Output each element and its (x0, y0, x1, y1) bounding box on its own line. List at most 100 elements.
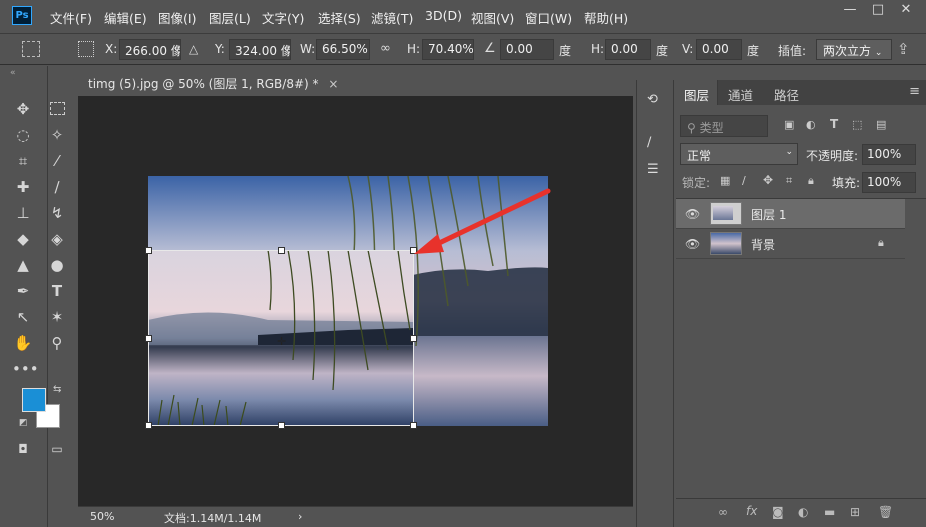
healing-brush-icon[interactable]: ✚ (12, 176, 34, 198)
lock-transparent-icon[interactable]: ▦ (720, 174, 730, 187)
transform-bounding-box[interactable]: ✛ (145, 247, 417, 429)
vskew-field[interactable]: 0.00 (696, 39, 742, 60)
reference-point-icon[interactable]: ✛ (277, 335, 286, 348)
filter-adjust-icon[interactable]: ◐ (806, 118, 816, 131)
reference-point-icon[interactable] (78, 41, 94, 57)
new-layer-icon[interactable]: ⊞ (850, 505, 860, 519)
swap-colors-icon[interactable]: ⇆ (53, 384, 61, 395)
hskew-field[interactable]: 0.00 (605, 39, 651, 60)
menu-type[interactable]: 文字(Y) (262, 8, 304, 27)
layer-row[interactable]: 👁︎ 背景 🔒︎ (676, 229, 905, 259)
handle-bottom-left[interactable] (145, 422, 152, 429)
fx-icon[interactable]: fx (746, 504, 757, 518)
lock-position-icon[interactable]: ✥ (763, 173, 773, 187)
filter-pixel-icon[interactable]: ▣ (784, 118, 794, 131)
menu-filter[interactable]: 滤镜(T) (371, 8, 413, 27)
status-menu-icon[interactable]: › (298, 510, 302, 523)
brush-settings-icon[interactable]: ∕ (647, 135, 651, 150)
path-select-icon[interactable]: ↖ (12, 306, 34, 328)
visibility-eye-icon[interactable]: 👁︎ (685, 237, 700, 251)
filter-smart-icon[interactable]: ▤ (876, 118, 886, 131)
transform-tool-icon[interactable] (22, 41, 40, 57)
tab-paths[interactable]: 路径 (766, 80, 807, 105)
tab-channels[interactable]: 通道 (720, 80, 761, 105)
interpolation-select[interactable]: 两次立方 ⌄ (816, 39, 892, 60)
layer-name[interactable]: 背景 (751, 236, 775, 253)
crop-tool-icon[interactable]: ⌗ (12, 150, 34, 172)
minimize-button[interactable]: — (836, 0, 864, 22)
link-icon[interactable]: ∞ (380, 41, 391, 56)
more-tools-icon[interactable]: ••• (12, 358, 39, 380)
delete-layer-icon[interactable]: 🗑︎ (878, 505, 893, 519)
y-field[interactable]: 324.00 像素 (229, 39, 291, 60)
blend-mode-select[interactable]: 正常 ⌄ (680, 143, 798, 165)
height-field[interactable]: 70.40% (422, 39, 474, 60)
brush-tool-icon[interactable]: ∕ (46, 176, 68, 198)
handle-top-left[interactable] (145, 247, 152, 254)
link-layers-icon[interactable]: ∞ (718, 505, 728, 519)
type-tool-icon[interactable]: T (46, 280, 68, 302)
handle-right[interactable] (410, 335, 417, 342)
collapse-icon[interactable]: « (10, 68, 16, 78)
move-tool-icon[interactable]: ✥ (12, 98, 34, 120)
handle-bottom[interactable] (278, 422, 285, 429)
default-colors-icon[interactable]: ◩ (19, 418, 28, 428)
visibility-eye-icon[interactable]: 👁︎ (685, 207, 700, 221)
rect-marquee-icon[interactable] (50, 102, 65, 115)
eyedropper-icon[interactable]: ⁄ (46, 150, 68, 172)
layer-row[interactable]: 👁︎ 图层 1 (676, 199, 905, 229)
menu-edit[interactable]: 编辑(E) (104, 8, 147, 27)
canvas-area[interactable]: ✛ (78, 96, 633, 506)
filter-shape-icon[interactable]: ⬚ (852, 118, 862, 131)
magic-wand-icon[interactable]: ✧ (46, 124, 68, 146)
adjustments-icon[interactable]: ☰ (647, 162, 659, 177)
stamp-tool-icon[interactable]: ⊥ (12, 202, 34, 224)
menu-file[interactable]: 文件(F) (50, 8, 92, 27)
menu-3d[interactable]: 3D(D) (425, 8, 462, 23)
menu-layer[interactable]: 图层(L) (209, 8, 251, 27)
custom-shape-icon[interactable]: ✶ (46, 306, 68, 328)
history-brush-icon[interactable]: ↯ (46, 202, 68, 224)
panel-menu-icon[interactable]: ≡ (909, 84, 920, 99)
adjustment-layer-icon[interactable]: ◐ (798, 505, 808, 519)
delta-icon[interactable]: △ (189, 42, 198, 56)
x-field[interactable]: 266.00 像素 (119, 39, 181, 60)
lock-artboard-icon[interactable]: ⌗ (786, 174, 792, 188)
menu-window[interactable]: 窗口(W) (525, 8, 572, 27)
lasso-tool-icon[interactable]: ◌ (12, 124, 34, 146)
zoom-level[interactable]: 50% (90, 510, 114, 523)
screen-mode-icon[interactable]: ▭ (46, 438, 68, 460)
hand-tool-icon[interactable]: ✋ (12, 332, 34, 354)
zoom-tool-icon[interactable]: ⚲ (46, 332, 68, 354)
quick-mask-icon[interactable]: ◘ (12, 438, 34, 460)
close-button[interactable]: ✕ (892, 0, 920, 22)
layer-name[interactable]: 图层 1 (751, 206, 786, 223)
blur-tool-icon[interactable]: ▲ (12, 254, 34, 276)
handle-top[interactable] (278, 247, 285, 254)
handle-left[interactable] (145, 335, 152, 342)
share-icon[interactable]: ⇪ (897, 40, 910, 58)
angle-field[interactable]: 0.00 (500, 39, 554, 60)
group-folder-icon[interactable]: ▬ (824, 505, 835, 519)
dodge-tool-icon[interactable]: ● (46, 254, 68, 276)
mask-icon[interactable]: ◙ (772, 505, 784, 519)
width-field[interactable]: 66.50% (316, 39, 370, 60)
pen-tool-icon[interactable]: ✒ (12, 280, 34, 302)
close-tab-icon[interactable]: × (328, 77, 338, 91)
handle-bottom-right[interactable] (410, 422, 417, 429)
menu-help[interactable]: 帮助(H) (584, 8, 628, 27)
filter-type-icon[interactable]: T (830, 117, 838, 131)
opacity-field[interactable]: 100% (862, 144, 916, 165)
menu-view[interactable]: 视图(V) (471, 8, 514, 27)
layer-filter-select[interactable]: ⚲ 类型 (680, 115, 768, 137)
lock-all-icon[interactable]: 🔒︎ (808, 174, 814, 188)
document-tab[interactable]: timg (5).jpg @ 50% (图层 1, RGB/8#) * × (78, 68, 338, 96)
foreground-color-swatch-top[interactable] (22, 388, 46, 412)
bucket-tool-icon[interactable]: ◈ (46, 228, 68, 250)
maximize-button[interactable]: □ (864, 0, 892, 22)
history-icon[interactable]: ⟲ (647, 92, 658, 107)
lock-pixels-icon[interactable]: ∕ (742, 174, 746, 187)
menu-image[interactable]: 图像(I) (158, 8, 196, 27)
fill-field[interactable]: 100% (862, 172, 916, 193)
eraser-tool-icon[interactable]: ◆ (12, 228, 34, 250)
